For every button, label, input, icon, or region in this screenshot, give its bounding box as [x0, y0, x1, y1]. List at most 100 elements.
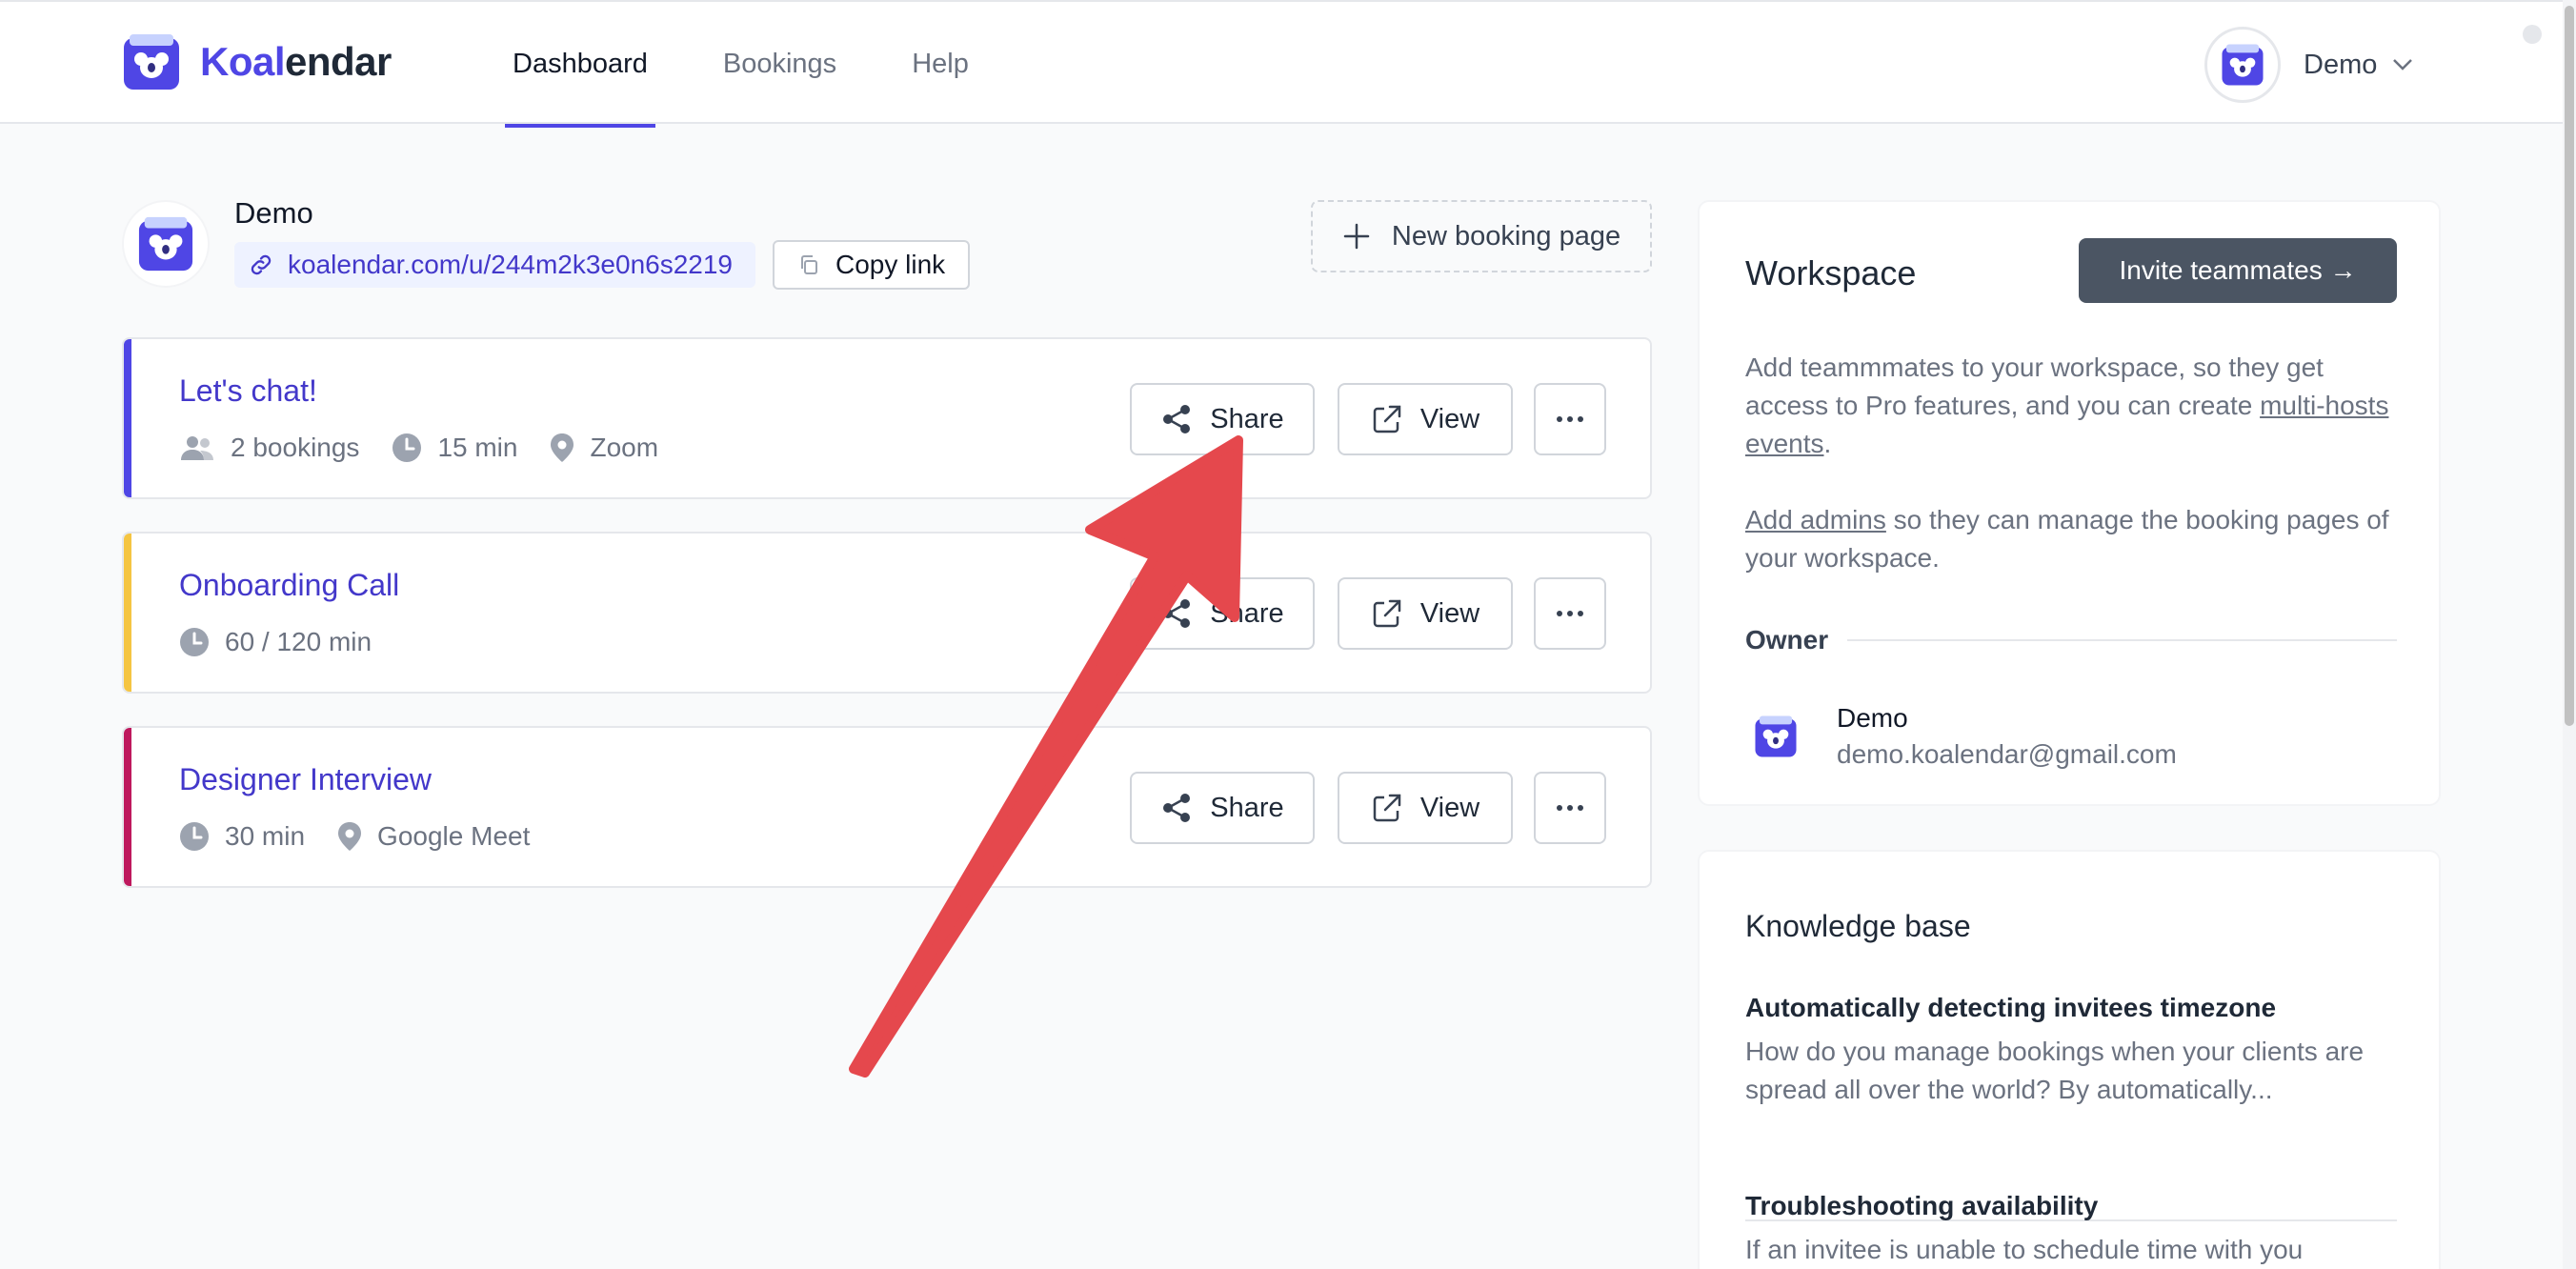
- duration: 30 min: [179, 821, 305, 852]
- clock-icon: [180, 822, 209, 851]
- workspace-text: .: [1823, 429, 1832, 458]
- owner-name: Demo: [1837, 703, 1908, 733]
- share-icon: [1163, 599, 1191, 628]
- owner-label: Owner: [1745, 625, 1829, 655]
- brand-name-accent: Koal: [200, 39, 286, 84]
- main-nav: Dashboard Bookings Help: [505, 2, 1036, 128]
- share-label: Share: [1210, 597, 1284, 629]
- profile-header: Demo koalendar.com/u/244m2k3e0n6s2219 Co…: [122, 196, 971, 290]
- link-icon: [251, 254, 272, 275]
- share-icon: [1163, 405, 1191, 433]
- ellipsis-icon: [1557, 611, 1583, 616]
- avatar: [2204, 27, 2281, 103]
- event-meta: 30 min Google Meet: [179, 821, 562, 852]
- event-title[interactable]: Onboarding Call: [179, 568, 399, 603]
- meta-text: 30 min: [225, 821, 306, 851]
- event-card[interactable]: Onboarding Call 60 / 120 min Share View: [122, 532, 1652, 694]
- external-link-icon: [1373, 794, 1401, 822]
- view-label: View: [1419, 792, 1480, 823]
- more-options-button[interactable]: [1534, 772, 1606, 844]
- location: Zoom: [550, 433, 658, 463]
- nav-dashboard[interactable]: Dashboard: [505, 2, 655, 128]
- new-booking-page-button[interactable]: New booking page: [1311, 200, 1652, 272]
- nav-help[interactable]: Help: [904, 2, 976, 126]
- ellipsis-icon: [1557, 805, 1583, 811]
- kb-article[interactable]: Troubleshooting availability If an invit…: [1745, 1191, 2403, 1269]
- kb-article-excerpt: How do you manage bookings when your cli…: [1745, 1037, 2365, 1104]
- bookings-count: 2 bookings: [179, 433, 359, 463]
- top-navbar: Koalendar Dashboard Bookings Help Demo: [0, 0, 2563, 128]
- meta-text: Zoom: [590, 433, 659, 462]
- brand-logo[interactable]: Koalendar: [122, 32, 392, 91]
- brand-name-rest: endar: [285, 39, 392, 84]
- duration: 60 / 120 min: [179, 627, 372, 657]
- profile-name: Demo: [234, 196, 313, 230]
- location-pin-icon: [338, 822, 362, 851]
- event-meta: 2 bookings 15 min Zoom: [179, 433, 691, 463]
- share-button[interactable]: Share: [1130, 577, 1315, 650]
- brand-name: Koalendar: [200, 39, 392, 85]
- ellipsis-icon: [1557, 416, 1583, 422]
- invite-teammates-button[interactable]: Invite teammates →: [2079, 238, 2397, 303]
- event-card[interactable]: Let's chat! 2 bookings 15 min Zoom Share…: [122, 337, 1652, 499]
- meta-text: 15 min: [437, 433, 518, 462]
- view-button[interactable]: View: [1338, 772, 1513, 844]
- share-label: Share: [1210, 403, 1284, 434]
- view-button[interactable]: View: [1338, 383, 1513, 455]
- copy-link-button[interactable]: Copy link: [773, 240, 971, 290]
- clock-icon: [392, 433, 422, 462]
- scrollbar-thumb[interactable]: [2565, 6, 2574, 726]
- kb-article[interactable]: Automatically detecting invitees timezon…: [1745, 993, 2403, 1109]
- share-button[interactable]: Share: [1130, 383, 1315, 455]
- share-button[interactable]: Share: [1130, 772, 1315, 844]
- workspace-description: Add teammmates to your workspace, so the…: [1745, 349, 2403, 463]
- workspace-title: Workspace: [1745, 253, 1917, 292]
- divider: [1847, 639, 2397, 641]
- new-booking-label: New booking page: [1391, 220, 1621, 252]
- more-options-button[interactable]: [1534, 577, 1606, 650]
- users-icon: [181, 436, 213, 460]
- profile-url-link[interactable]: koalendar.com/u/244m2k3e0n6s2219: [234, 242, 756, 288]
- share-icon: [1163, 794, 1191, 822]
- profile-avatar: [122, 200, 210, 288]
- workspace-panel: Workspace Invite teammates → Add teammma…: [1698, 200, 2441, 806]
- event-title[interactable]: Designer Interview: [179, 762, 432, 797]
- event-title[interactable]: Let's chat!: [179, 373, 317, 409]
- user-menu[interactable]: Demo: [2204, 27, 2413, 103]
- meta-text: 60 / 120 min: [225, 627, 372, 656]
- workspace-text: Add teammmates to your workspace, so the…: [1745, 352, 2324, 420]
- window-indicator: [2523, 25, 2542, 44]
- admins-description: Add admins so they can manage the bookin…: [1745, 501, 2403, 577]
- knowledge-base-panel: Knowledge base Automatically detecting i…: [1698, 850, 2441, 1269]
- event-color-bar: [124, 728, 131, 886]
- nav-bookings[interactable]: Bookings: [715, 2, 844, 126]
- event-meta: 60 / 120 min: [179, 627, 404, 657]
- koala-avatar-icon: [2222, 44, 2264, 86]
- event-card[interactable]: Designer Interview 30 min Google Meet Sh…: [122, 726, 1652, 888]
- view-label: View: [1419, 597, 1480, 629]
- meta-text: Google Meet: [377, 821, 531, 851]
- external-link-icon: [1373, 599, 1401, 628]
- share-label: Share: [1210, 792, 1284, 823]
- owner-email: demo.koalendar@gmail.com: [1837, 739, 2177, 769]
- view-label: View: [1419, 403, 1480, 434]
- kb-article-title: Automatically detecting invitees timezon…: [1745, 993, 2277, 1022]
- kb-article-excerpt: If an invitee is unable to schedule time…: [1745, 1235, 2304, 1264]
- knowledge-base-title: Knowledge base: [1745, 909, 1971, 943]
- clock-icon: [180, 628, 209, 656]
- duration: 15 min: [392, 433, 517, 463]
- external-link-icon: [1373, 405, 1401, 433]
- event-color-bar: [124, 339, 131, 497]
- kb-article-title: Troubleshooting availability: [1745, 1191, 2099, 1220]
- copy-icon: [801, 255, 818, 274]
- view-button[interactable]: View: [1338, 577, 1513, 650]
- scrollbar[interactable]: [2563, 0, 2576, 1269]
- meta-text: 2 bookings: [231, 433, 360, 462]
- more-options-button[interactable]: [1534, 383, 1606, 455]
- koala-avatar-icon: [138, 216, 193, 272]
- copy-link-label: Copy link: [835, 250, 946, 279]
- location: Google Meet: [337, 821, 530, 852]
- chevron-down-icon: [2393, 59, 2413, 70]
- owner-user: Demo demo.koalendar@gmail.com: [1745, 703, 2177, 770]
- add-admins-link[interactable]: Add admins: [1745, 505, 1886, 534]
